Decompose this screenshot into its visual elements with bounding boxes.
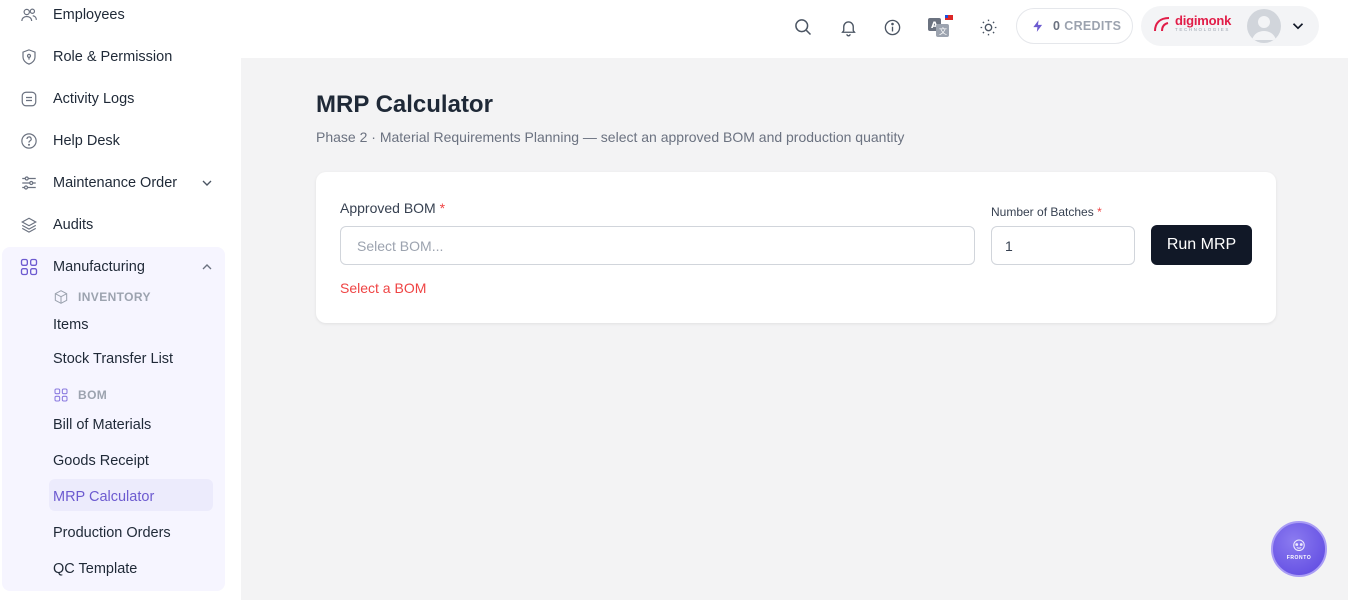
sidebar-subitem-goods-receipt[interactable]: Goods Receipt: [53, 453, 149, 469]
lightning-icon: [1033, 20, 1043, 32]
avatar[interactable]: [1247, 9, 1281, 43]
sidebar-item-label: Role & Permission: [53, 49, 173, 65]
users-icon: [19, 5, 39, 25]
chevron-up-icon[interactable]: [199, 259, 215, 275]
svg-text:文: 文: [939, 26, 947, 36]
sidebar-item-activity-logs[interactable]: Activity Logs: [0, 78, 241, 120]
bot-icon: [1293, 538, 1305, 551]
sidebar-item-help-desk[interactable]: Help Desk: [0, 120, 241, 162]
bell-icon[interactable]: [837, 16, 859, 38]
bom-select[interactable]: Select BOM...: [340, 226, 975, 265]
credits-badge[interactable]: 0 CREDITS: [1016, 8, 1133, 44]
sidebar-item-employees[interactable]: Employees: [0, 0, 241, 36]
sidebar-item-maintenance-order[interactable]: Maintenance Order: [0, 162, 241, 204]
shield-icon: [19, 47, 39, 67]
chevron-down-icon[interactable]: [199, 175, 215, 191]
sidebar-item-label: Audits: [53, 217, 94, 233]
sidebar-item-label: Manufacturing: [53, 259, 145, 275]
search-icon[interactable]: [792, 16, 814, 38]
page-title: MRP Calculator: [316, 91, 493, 118]
sidebar-item-label: Help Desk: [53, 133, 120, 149]
sidebar-subitem-qc-template[interactable]: QC Template: [53, 561, 137, 577]
sidebar-subitem-stock-transfer-list[interactable]: Stock Transfer List: [53, 351, 173, 367]
box-icon: [54, 290, 68, 304]
sidebar-item-label: Employees: [53, 7, 125, 23]
sidebar-subitem-mrp-calculator[interactable]: MRP Calculator: [53, 489, 154, 505]
bom-error-message: Select a BOM: [340, 280, 427, 296]
info-icon[interactable]: [881, 16, 903, 38]
grid-icon: [54, 388, 68, 402]
brand-logo: digimonk TECHNOLOGIES: [1153, 14, 1231, 33]
batches-input[interactable]: 1: [991, 226, 1135, 265]
sidebar-item-label: Activity Logs: [53, 91, 135, 107]
layers-icon: [19, 215, 39, 235]
translate-icon[interactable]: A文: [927, 15, 953, 38]
sidebar-item-manufacturing[interactable]: Manufacturing: [0, 246, 241, 288]
grid-icon: [19, 257, 39, 277]
top-header: A文 0 CREDITS digimonk TECHNOLOGIES: [241, 0, 1348, 58]
sidebar-item-audits[interactable]: Audits: [0, 204, 241, 246]
run-mrp-button[interactable]: Run MRP: [1151, 225, 1252, 265]
sidebar-item-role-permission[interactable]: Role & Permission: [0, 36, 241, 78]
bom-label: Approved BOM *: [340, 200, 446, 216]
section-inventory: INVENTORY: [53, 289, 151, 305]
batches-label: Number of Batches *: [991, 205, 1102, 219]
help-icon: [19, 131, 39, 151]
sidebar-subitem-items[interactable]: Items: [53, 317, 88, 333]
sidebar-subitem-production-orders[interactable]: Production Orders: [53, 525, 171, 541]
log-icon: [19, 89, 39, 109]
section-bom: BOM: [53, 387, 107, 403]
page-subtitle: Phase 2 · Material Requirements Planning…: [316, 129, 905, 145]
sidebar: Employees Role & Permission Activity Log…: [0, 0, 241, 600]
sliders-icon: [19, 173, 39, 193]
chevron-down-icon[interactable]: [1289, 17, 1307, 40]
credits-label: CREDITS: [1064, 19, 1122, 33]
sidebar-subitem-bill-of-materials[interactable]: Bill of Materials: [53, 417, 151, 433]
sun-icon[interactable]: [977, 16, 999, 38]
credits-count: 0: [1053, 19, 1061, 33]
brand-mark-icon: [1154, 17, 1170, 32]
sidebar-item-label: Maintenance Order: [53, 175, 178, 191]
fronto-assistant-button[interactable]: FRONTO: [1271, 521, 1327, 577]
profile-menu[interactable]: digimonk TECHNOLOGIES: [1141, 6, 1319, 46]
mrp-form-card: Approved BOM * Select BOM... Select a BO…: [316, 172, 1276, 323]
